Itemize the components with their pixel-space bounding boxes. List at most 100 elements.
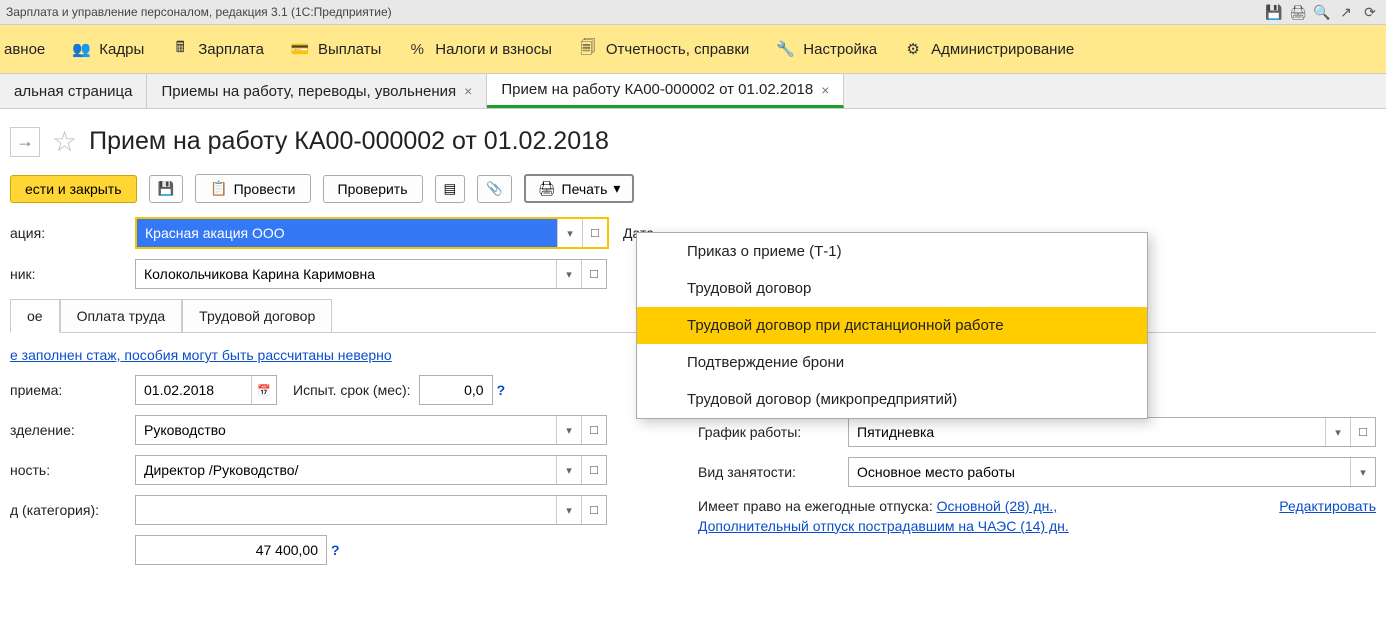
edit-link[interactable]: Редактировать bbox=[1279, 497, 1376, 517]
chevron-down-icon[interactable]: ▾ bbox=[556, 456, 581, 484]
save-icon[interactable]: 💾 bbox=[1264, 2, 1284, 22]
cat-label: д (категория): bbox=[10, 502, 135, 518]
warning-link[interactable]: е заполнен стаж, пособия могут быть расс… bbox=[10, 347, 392, 363]
cat-input[interactable] bbox=[136, 496, 556, 524]
org-label: ация: bbox=[10, 225, 135, 241]
calc-icon: 🖩 bbox=[170, 39, 190, 59]
print-option-micro[interactable]: Трудовой договор (микропредприятий) bbox=[637, 381, 1147, 418]
star-icon[interactable]: ☆ bbox=[52, 125, 77, 158]
arrow-icon[interactable]: ↗ bbox=[1336, 2, 1356, 22]
print-icon[interactable]: 🖨 bbox=[1288, 2, 1308, 22]
post-icon: 📋 bbox=[210, 180, 227, 197]
schedule-field[interactable]: ▾ ☐ bbox=[848, 417, 1376, 447]
help-icon[interactable]: ? bbox=[493, 382, 510, 398]
nav-payments[interactable]: 💳Выплаты bbox=[290, 39, 381, 59]
emp-type-field[interactable]: ▾ bbox=[848, 457, 1376, 487]
open-icon[interactable]: ☐ bbox=[581, 456, 606, 484]
toolbar: ести и закрыть 💾 📋Провести Проверить ▤ 📎… bbox=[0, 168, 1386, 217]
arrow-right-icon[interactable]: → bbox=[10, 127, 40, 157]
chevron-down-icon[interactable]: ▾ bbox=[1350, 458, 1375, 486]
pos-input[interactable] bbox=[136, 456, 556, 484]
tabs: альная страница Приемы на работу, перево… bbox=[0, 74, 1386, 109]
chevron-down-icon[interactable]: ▾ bbox=[1325, 418, 1350, 446]
hire-date-field[interactable]: 📅 bbox=[135, 375, 277, 405]
nav-admin[interactable]: ⚙Администрирование bbox=[903, 39, 1074, 59]
chevron-down-icon[interactable]: ▾ bbox=[556, 496, 581, 524]
post-close-button[interactable]: ести и закрыть bbox=[10, 175, 137, 203]
salary-field[interactable] bbox=[135, 535, 327, 565]
help-icon[interactable]: ? bbox=[327, 542, 344, 558]
percent-icon: % bbox=[407, 39, 427, 59]
subtab-pay[interactable]: Оплата труда bbox=[60, 299, 183, 332]
print-dropdown: Приказ о приеме (Т-1) Трудовой договор Т… bbox=[636, 232, 1148, 419]
app-title: Зарплата и управление персоналом, редакц… bbox=[6, 0, 392, 24]
vacation-text: Имеет право на ежегодные отпуска: Основн… bbox=[698, 497, 1259, 536]
hire-date-input[interactable] bbox=[136, 376, 251, 404]
title-bar: Зарплата и управление персоналом, редакц… bbox=[0, 0, 1386, 25]
printer-icon: 🖨 bbox=[538, 180, 556, 197]
emp-type-label: Вид занятости: bbox=[698, 464, 848, 480]
attach-button[interactable]: 📎 bbox=[477, 175, 512, 203]
pos-label: ность: bbox=[10, 462, 135, 478]
wrench-icon: 🔧 bbox=[775, 39, 795, 59]
dept-field[interactable]: ▾ ☐ bbox=[135, 415, 607, 445]
salary-input[interactable] bbox=[136, 536, 326, 564]
emp-type-input[interactable] bbox=[849, 458, 1350, 486]
page-title: Прием на работу КА00-000002 от 01.02.201… bbox=[89, 127, 609, 156]
emp-field[interactable]: ▾ ☐ bbox=[135, 259, 607, 289]
gear-icon: ⚙ bbox=[903, 39, 923, 59]
print-button[interactable]: 🖨Печать ▾ bbox=[524, 174, 635, 203]
org-field[interactable]: ▾ ☐ bbox=[135, 217, 609, 249]
save-button[interactable]: 💾 bbox=[149, 175, 184, 203]
open-icon[interactable]: ☐ bbox=[1350, 418, 1375, 446]
nav-main[interactable]: авное bbox=[4, 41, 45, 58]
nav-salary[interactable]: 🖩Зарплата bbox=[170, 39, 264, 59]
probation-input[interactable] bbox=[420, 376, 492, 404]
page-header: → ☆ Прием на работу КА00-000002 от 01.02… bbox=[0, 109, 1386, 168]
emp-input[interactable] bbox=[136, 260, 556, 288]
probation-field[interactable] bbox=[419, 375, 493, 405]
dept-label: зделение: bbox=[10, 422, 135, 438]
chevron-down-icon[interactable]: ▾ bbox=[557, 219, 582, 247]
search-icon[interactable]: 🔍 bbox=[1312, 2, 1332, 22]
open-icon[interactable]: ☐ bbox=[581, 416, 606, 444]
print-option-confirm[interactable]: Подтверждение брони bbox=[637, 344, 1147, 381]
tab-hire-doc[interactable]: Прием на работу КА00-000002 от 01.02.201… bbox=[487, 74, 844, 108]
hire-date-label: приема: bbox=[10, 382, 135, 398]
open-icon[interactable]: ☐ bbox=[581, 260, 606, 288]
open-icon[interactable]: ☐ bbox=[581, 496, 606, 524]
tab-start[interactable]: альная страница bbox=[0, 74, 147, 108]
wallet-icon: 💳 bbox=[290, 39, 310, 59]
title-icons: 💾 🖨 🔍 ↗ ⟳ bbox=[1264, 0, 1380, 24]
chevron-down-icon[interactable]: ▾ bbox=[556, 416, 581, 444]
post-button[interactable]: 📋Провести bbox=[195, 174, 310, 203]
schedule-label: График работы: bbox=[698, 424, 848, 440]
chevron-down-icon[interactable]: ▾ bbox=[556, 260, 581, 288]
subtab-contract[interactable]: Трудовой договор bbox=[182, 299, 332, 332]
nav-taxes[interactable]: %Налоги и взносы bbox=[407, 39, 552, 59]
org-input[interactable] bbox=[137, 219, 557, 247]
print-option-t1[interactable]: Приказ о приеме (Т-1) bbox=[637, 233, 1147, 270]
vacation-main-link[interactable]: Основной (28) дн., bbox=[937, 498, 1058, 514]
open-icon[interactable]: ☐ bbox=[582, 219, 607, 247]
nav-reports[interactable]: 🗐Отчетность, справки bbox=[578, 39, 749, 59]
nav-personnel[interactable]: 👥Кадры bbox=[71, 39, 144, 59]
vacation-extra-link[interactable]: Дополнительный отпуск пострадавшим на ЧА… bbox=[698, 518, 1069, 534]
pos-field[interactable]: ▾ ☐ bbox=[135, 455, 607, 485]
report-button[interactable]: ▤ bbox=[435, 175, 466, 203]
schedule-input[interactable] bbox=[849, 418, 1325, 446]
print-option-contract[interactable]: Трудовой договор bbox=[637, 270, 1147, 307]
users-icon: 👥 bbox=[71, 39, 91, 59]
close-icon[interactable]: × bbox=[464, 83, 472, 99]
nav-settings[interactable]: 🔧Настройка bbox=[775, 39, 877, 59]
reload-icon[interactable]: ⟳ bbox=[1360, 2, 1380, 22]
cat-field[interactable]: ▾ ☐ bbox=[135, 495, 607, 525]
tab-hirings[interactable]: Приемы на работу, переводы, увольнения× bbox=[147, 74, 487, 108]
chevron-down-icon: ▾ bbox=[613, 180, 620, 197]
calendar-icon[interactable]: 📅 bbox=[251, 376, 276, 404]
subtab-main[interactable]: ое bbox=[10, 299, 60, 333]
print-option-remote[interactable]: Трудовой договор при дистанционной работ… bbox=[637, 307, 1147, 344]
close-icon[interactable]: × bbox=[821, 82, 829, 98]
dept-input[interactable] bbox=[136, 416, 556, 444]
check-button[interactable]: Проверить bbox=[323, 175, 423, 203]
